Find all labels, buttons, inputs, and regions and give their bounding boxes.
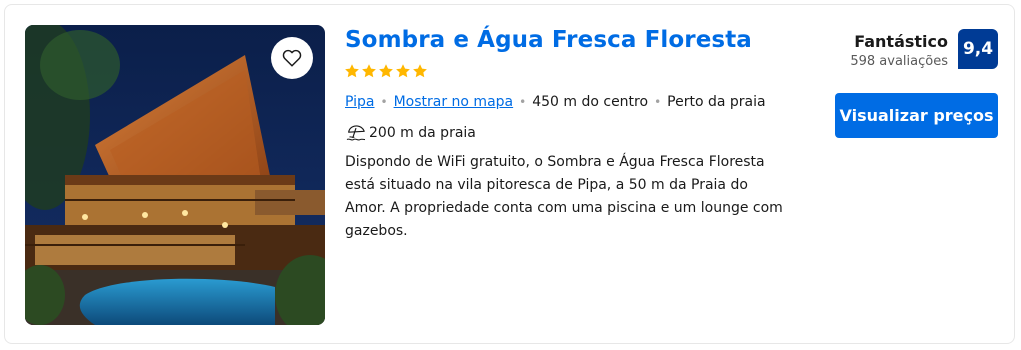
separator-dot: • bbox=[654, 95, 662, 109]
property-description: Dispondo de WiFi gratuito, o Sombra e Ág… bbox=[345, 154, 783, 239]
star-icon bbox=[345, 64, 359, 78]
beach-distance-row: 200 m da praia bbox=[346, 124, 476, 142]
beach-distance-text: 200 m da praia bbox=[369, 125, 476, 141]
beach-umbrella-icon bbox=[346, 125, 366, 141]
star-icon bbox=[362, 64, 376, 78]
star-icon bbox=[379, 64, 393, 78]
separator-dot: • bbox=[519, 95, 527, 109]
location-row: Pipa • Mostrar no mapa • 450 m do centro… bbox=[345, 94, 766, 110]
review-count: 598 avaliações bbox=[850, 54, 948, 69]
rating-word: Fantástico bbox=[854, 32, 948, 51]
near-beach-tag: Perto da praia bbox=[667, 94, 766, 110]
star-icon bbox=[396, 64, 410, 78]
see-prices-button[interactable]: Visualizar preços bbox=[835, 93, 998, 138]
favorite-button[interactable] bbox=[271, 37, 313, 79]
property-photo[interactable] bbox=[25, 25, 325, 325]
property-title[interactable]: Sombra e Água Fresca Floresta bbox=[345, 27, 752, 53]
star-rating bbox=[344, 63, 428, 79]
distance-from-center: 450 m do centro bbox=[532, 94, 649, 110]
show-on-map-link[interactable]: Mostrar no mapa bbox=[394, 94, 514, 110]
star-icon bbox=[413, 64, 427, 78]
heart-icon bbox=[282, 49, 302, 67]
separator-dot: • bbox=[380, 95, 388, 109]
review-score-badge[interactable]: 9,4 bbox=[958, 29, 998, 69]
city-link[interactable]: Pipa bbox=[345, 94, 375, 110]
property-card[interactable]: Sombra e Água Fresca Floresta Pipa • Mos… bbox=[4, 4, 1015, 344]
